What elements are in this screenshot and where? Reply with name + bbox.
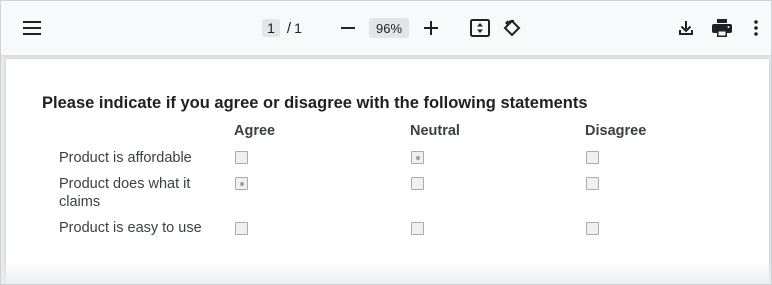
- hamburger-menu-icon: [23, 21, 41, 35]
- column-header-neutral: Neutral: [410, 123, 460, 139]
- checkbox-easy-disagree[interactable]: [586, 222, 599, 235]
- form-title: Please indicate if you agree or disagree…: [42, 94, 588, 112]
- checkbox-affordable-agree[interactable]: [235, 151, 248, 164]
- toolbar: 1 / 1 96%: [1, 1, 771, 56]
- document-page: Please indicate if you agree or disagree…: [6, 59, 769, 284]
- checkbox-claims-neutral[interactable]: [411, 177, 424, 190]
- fit-page-icon: [470, 19, 490, 37]
- zoom-level-input[interactable]: 96%: [369, 18, 409, 38]
- checkbox-easy-neutral[interactable]: [411, 222, 424, 235]
- pdf-viewer: 1 / 1 96% Please indicate if you agree o…: [0, 0, 772, 285]
- page-number-input[interactable]: 1: [262, 19, 280, 37]
- menu-button[interactable]: [19, 16, 45, 40]
- plus-icon: [424, 21, 438, 35]
- rotate-button[interactable]: [500, 16, 524, 40]
- fit-to-page-button[interactable]: [468, 16, 492, 40]
- checkbox-affordable-disagree[interactable]: [586, 151, 599, 164]
- print-icon: [712, 19, 732, 37]
- zoom-out-button[interactable]: [337, 17, 359, 39]
- page-total: 1: [294, 20, 302, 36]
- download-button[interactable]: [675, 16, 697, 40]
- zoom-in-button[interactable]: [420, 17, 442, 39]
- column-header-agree: Agree: [234, 123, 276, 139]
- more-vert-icon: [754, 20, 758, 36]
- checkbox-easy-agree[interactable]: [235, 222, 248, 235]
- rotate-icon: [503, 19, 521, 37]
- download-icon: [679, 21, 693, 35]
- print-button[interactable]: [710, 16, 734, 40]
- checkbox-claims-agree[interactable]: [235, 177, 248, 190]
- row-label-easy-to-use: Product is easy to use: [59, 220, 202, 236]
- column-header-disagree: Disagree: [585, 123, 647, 139]
- checkbox-claims-disagree[interactable]: [586, 177, 599, 190]
- checkbox-affordable-neutral[interactable]: [411, 151, 424, 164]
- more-actions-button[interactable]: [745, 16, 767, 40]
- minus-icon: [341, 27, 355, 29]
- row-label-affordable: Product is affordable: [59, 150, 192, 166]
- row-label-does-what-it-claims: Product does what it claims: [59, 176, 191, 210]
